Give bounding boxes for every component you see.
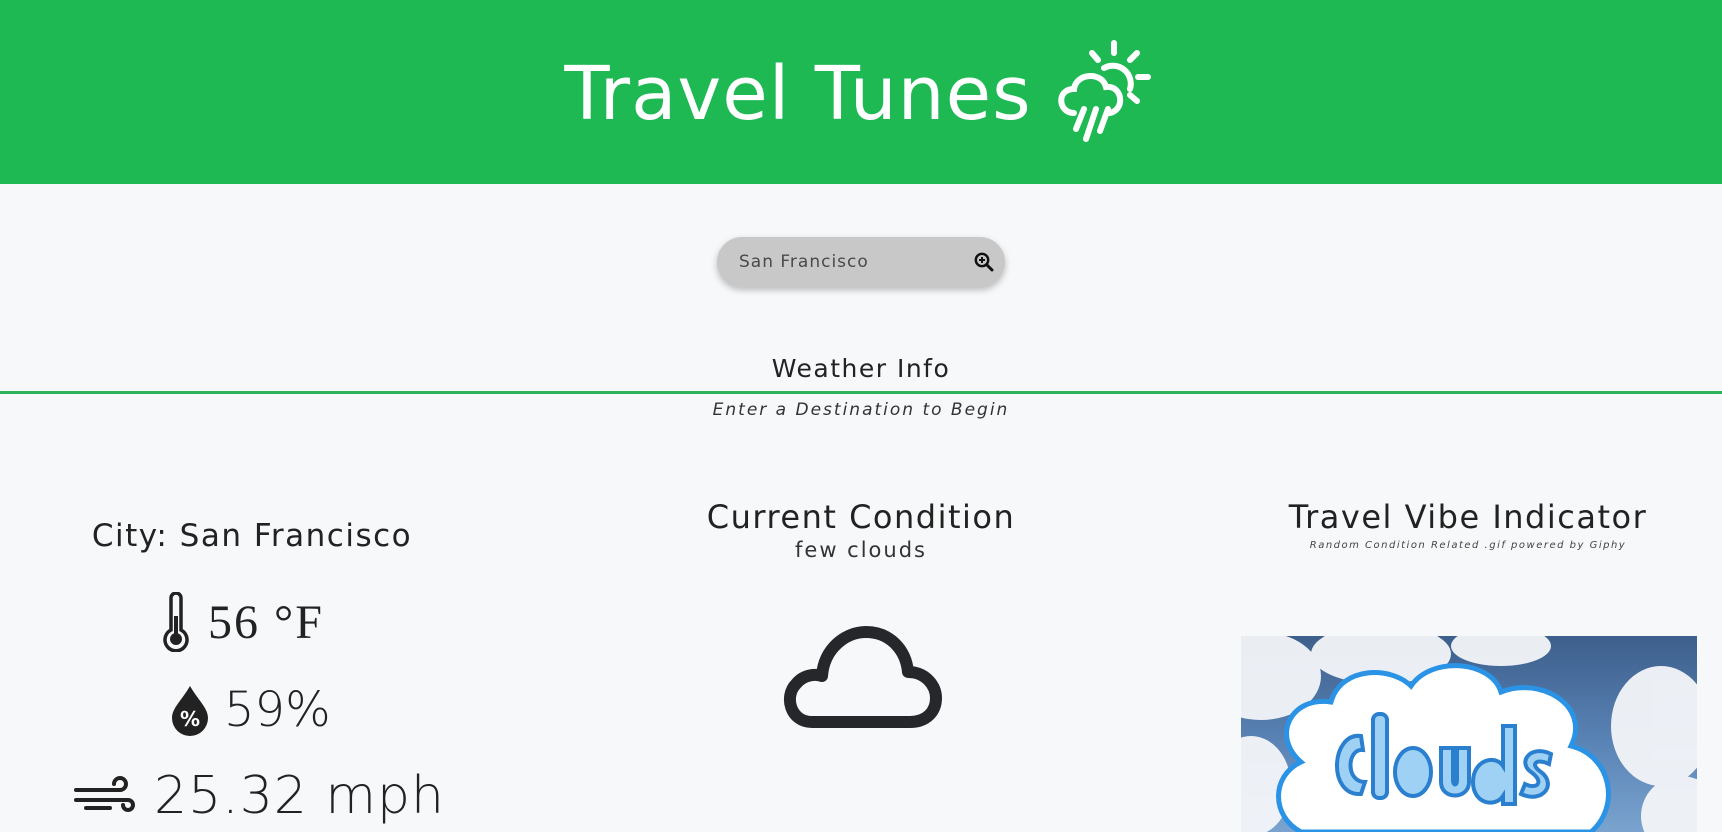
cloud-icon [783, 626, 942, 728]
cloud-sun-rain-icon [1057, 40, 1151, 142]
weather-info-subtitle: Enter a Destination to Begin [712, 400, 1010, 420]
temperature-value: 56 °F [208, 595, 324, 649]
condition-title: Current Condition [706, 498, 1016, 536]
giphy-gif [1241, 636, 1697, 832]
section-divider [0, 391, 1722, 394]
search-bar [717, 237, 1005, 287]
zoom-in-icon[interactable] [973, 251, 995, 273]
app-title: Travel Tunes [564, 51, 1032, 137]
app-header: Travel Tunes [0, 0, 1722, 184]
clouds-gif-image [1241, 636, 1697, 832]
humidity-row: % 59% [170, 682, 331, 738]
wind-row: 25.32 mph [74, 766, 445, 826]
weather-info-title: Weather Info [771, 354, 951, 383]
wind-icon [74, 776, 135, 812]
wind-value: 25.32 mph [154, 766, 446, 826]
svg-text:%: % [180, 707, 200, 731]
vibe-title: Travel Vibe Indicator [1288, 498, 1648, 536]
vibe-panel: Travel Vibe Indicator Random Condition R… [1236, 498, 1700, 551]
humidity-drop-icon: % [172, 686, 208, 736]
search-input[interactable] [739, 237, 959, 287]
city-label: City: San Francisco [91, 518, 413, 554]
thermometer-icon [163, 592, 189, 652]
vibe-subtitle: Random Condition Related .gif powered by… [1309, 540, 1627, 551]
temperature-row: 56 °F [162, 592, 324, 652]
humidity-value: 59% [224, 682, 331, 738]
condition-panel: Current Condition few clouds [661, 498, 1061, 562]
condition-description: few clouds [795, 538, 927, 562]
city-panel: City: San Francisco [60, 518, 444, 554]
